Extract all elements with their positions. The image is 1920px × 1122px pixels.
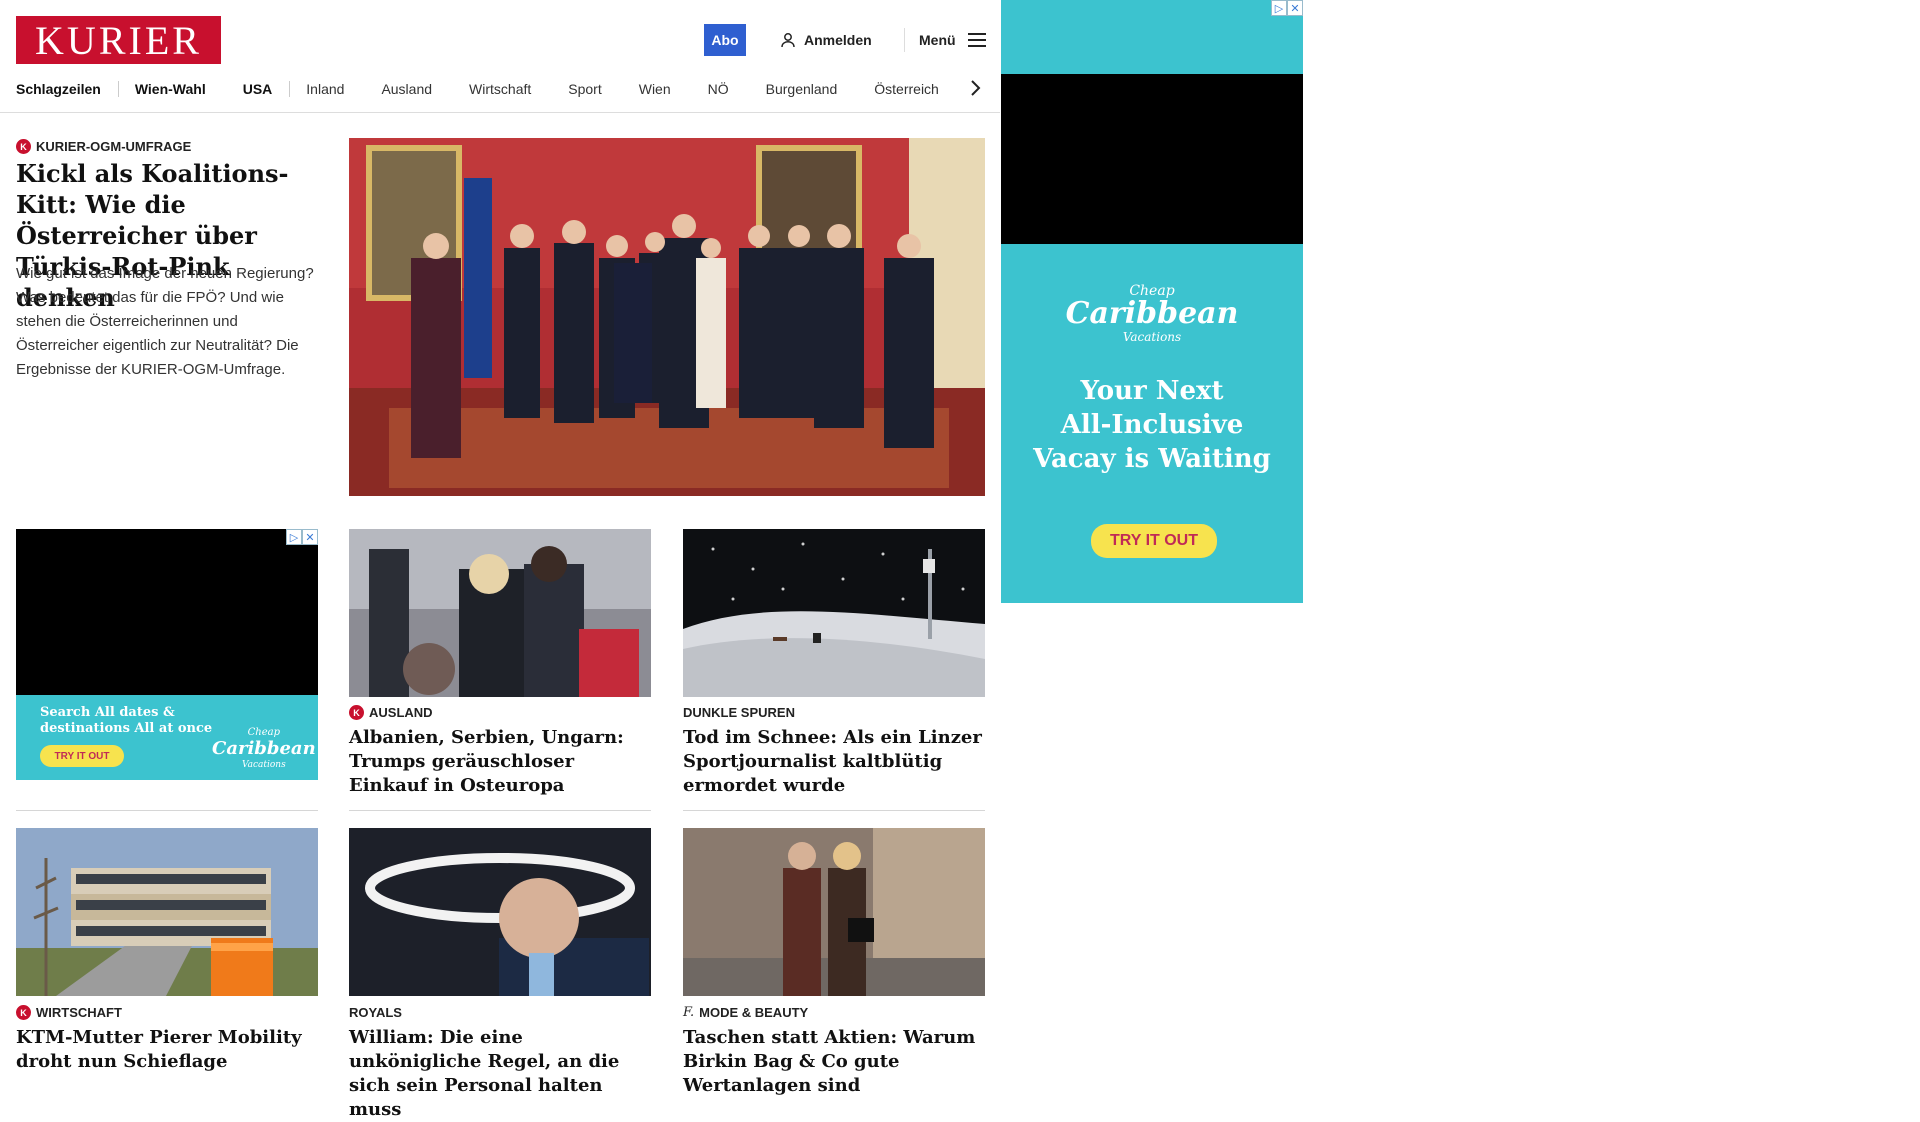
hamburger-icon xyxy=(967,33,986,47)
card-headline-ausland[interactable]: Albanien, Serbien, Ungarn: Trumps geräus… xyxy=(349,726,651,798)
ad-banner-right[interactable]: ▷ ✕ Cheap Caribbean Vacations Your Next … xyxy=(1001,0,1303,603)
freizeit-icon: f. xyxy=(683,1005,695,1020)
adchoices-icon[interactable]: ▷ xyxy=(1271,0,1287,16)
lead-kicker: K KURIER-OGM-UMFRAGE xyxy=(16,139,191,154)
ad-small-brand: Cheap Caribbean Vacations xyxy=(212,727,316,771)
menu-button[interactable]: Menü xyxy=(919,29,986,51)
chevron-right-icon[interactable] xyxy=(968,78,982,98)
close-icon[interactable]: ✕ xyxy=(1287,0,1303,16)
card-headline-dunkle-spuren[interactable]: Tod im Schnee: Als ein Linzer Sportjourn… xyxy=(683,726,985,798)
card-headline-wirtschaft[interactable]: KTM-Mutter Pierer Mobility droht nun Sch… xyxy=(16,1026,318,1074)
menu-label: Menü xyxy=(919,32,956,48)
header-divider xyxy=(904,28,905,52)
ad-creative: Cheap Caribbean Vacations Your Next All-… xyxy=(1001,244,1303,603)
ad-small-brand-bottom: Vacations xyxy=(241,760,286,770)
nav-item-wien-wahl[interactable]: Wien-Wahl xyxy=(135,81,206,97)
kurier-plus-icon: K xyxy=(349,705,364,720)
ad-choices[interactable]: ▷ ✕ xyxy=(286,529,318,545)
row-divider xyxy=(683,810,985,811)
nav-item-burgenland[interactable]: Burgenland xyxy=(766,81,838,97)
card-image-dunkle-spuren[interactable] xyxy=(683,529,985,697)
ad-right-brand-main: Caribbean xyxy=(1065,296,1239,331)
ad-small-brand-main: Caribbean xyxy=(212,738,316,759)
ad-right-brand: Cheap Caribbean Vacations xyxy=(1001,284,1303,344)
nav-rule xyxy=(0,112,1000,113)
login-label: Anmelden xyxy=(804,32,872,48)
ad-right-headline: Your Next All-Inclusive Vacay is Waiting xyxy=(1001,374,1303,476)
card-kicker-label: MODE & BEAUTY xyxy=(699,1005,809,1020)
nav-item-wien[interactable]: Wien xyxy=(639,81,671,97)
abo-button[interactable]: Abo xyxy=(704,24,746,56)
ad-right-line3: Vacay is Waiting xyxy=(1033,444,1271,474)
ad-choices[interactable]: ▷ ✕ xyxy=(1271,0,1303,16)
close-icon[interactable]: ✕ xyxy=(302,529,318,545)
card-kicker-label: ROYALS xyxy=(349,1005,402,1020)
card-image-wirtschaft[interactable] xyxy=(16,828,318,996)
card-image-ausland[interactable] xyxy=(349,529,651,697)
ad-right-line1: Your Next xyxy=(1080,376,1224,406)
card-image-mode-beauty[interactable] xyxy=(683,828,985,996)
card-kicker-label: WIRTSCHAFT xyxy=(36,1005,122,1020)
card-kicker-dunkle-spuren: DUNKLE SPUREN xyxy=(683,705,795,720)
lead-photo[interactable] xyxy=(349,138,985,496)
ad-video-area xyxy=(16,529,318,695)
card-kicker-mode-beauty: f. MODE & BEAUTY xyxy=(683,1005,808,1020)
lead-teaser: Wie gut ist das Image der neuen Regierun… xyxy=(16,265,314,378)
card-kicker-label: AUSLAND xyxy=(369,705,433,720)
row-divider xyxy=(349,810,651,811)
card-headline-mode-beauty[interactable]: Taschen statt Aktien: Warum Birkin Bag &… xyxy=(683,1026,985,1098)
nav-item-usa[interactable]: USA xyxy=(243,81,273,97)
card-image-royals[interactable] xyxy=(349,828,651,996)
nav-item-schlagzeilen[interactable]: Schlagzeilen xyxy=(16,81,101,97)
kurier-plus-icon: K xyxy=(16,139,31,154)
card-kicker-wirtschaft: K WIRTSCHAFT xyxy=(16,1005,122,1020)
ad-banner-small[interactable]: ▷ ✕ Search All dates & destinations All … xyxy=(16,529,318,780)
card-kicker-royals: ROYALS xyxy=(349,1005,402,1020)
ad-small-line2: destinations All at once xyxy=(40,721,213,736)
ad-small-cta[interactable]: TRY IT OUT xyxy=(40,745,124,767)
ad-right-line2: All-Inclusive xyxy=(1060,410,1244,440)
ad-creative: Search All dates & destinations All at o… xyxy=(16,695,318,780)
ad-top-strip xyxy=(1001,0,1303,74)
row-divider xyxy=(16,810,318,811)
kurier-plus-icon: K xyxy=(16,1005,31,1020)
nav-item-wirtschaft[interactable]: Wirtschaft xyxy=(469,81,531,97)
ad-video-area xyxy=(1001,74,1303,244)
nav-item-sport[interactable]: Sport xyxy=(568,81,601,97)
adchoices-icon[interactable]: ▷ xyxy=(286,529,302,545)
ad-small-line1: Search All dates & xyxy=(40,705,175,720)
nav-divider xyxy=(117,81,119,97)
user-icon xyxy=(781,33,795,48)
lead-photo-image xyxy=(349,138,985,496)
lead-kicker-label: KURIER-OGM-UMFRAGE xyxy=(36,139,192,154)
card-kicker-label: DUNKLE SPUREN xyxy=(683,705,795,720)
nav-item-oesterreich[interactable]: Österreich xyxy=(874,81,939,97)
card-headline-royals[interactable]: William: Die eine unkönigliche Regel, an… xyxy=(349,1026,651,1122)
card-kicker-ausland: K AUSLAND xyxy=(349,705,433,720)
nav-item-inland[interactable]: Inland xyxy=(306,81,344,97)
ad-right-brand-bottom: Vacations xyxy=(1122,330,1182,344)
ad-right-cta[interactable]: TRY IT OUT xyxy=(1091,524,1217,558)
kurier-logo[interactable]: KURIER xyxy=(16,16,221,64)
section-nav: Schlagzeilen Wien-Wahl USA Inland Auslan… xyxy=(16,78,996,100)
nav-item-ausland[interactable]: Ausland xyxy=(381,81,432,97)
nav-item-noe[interactable]: NÖ xyxy=(708,81,729,97)
nav-divider xyxy=(289,81,291,97)
login-button[interactable]: Anmelden xyxy=(780,29,872,51)
